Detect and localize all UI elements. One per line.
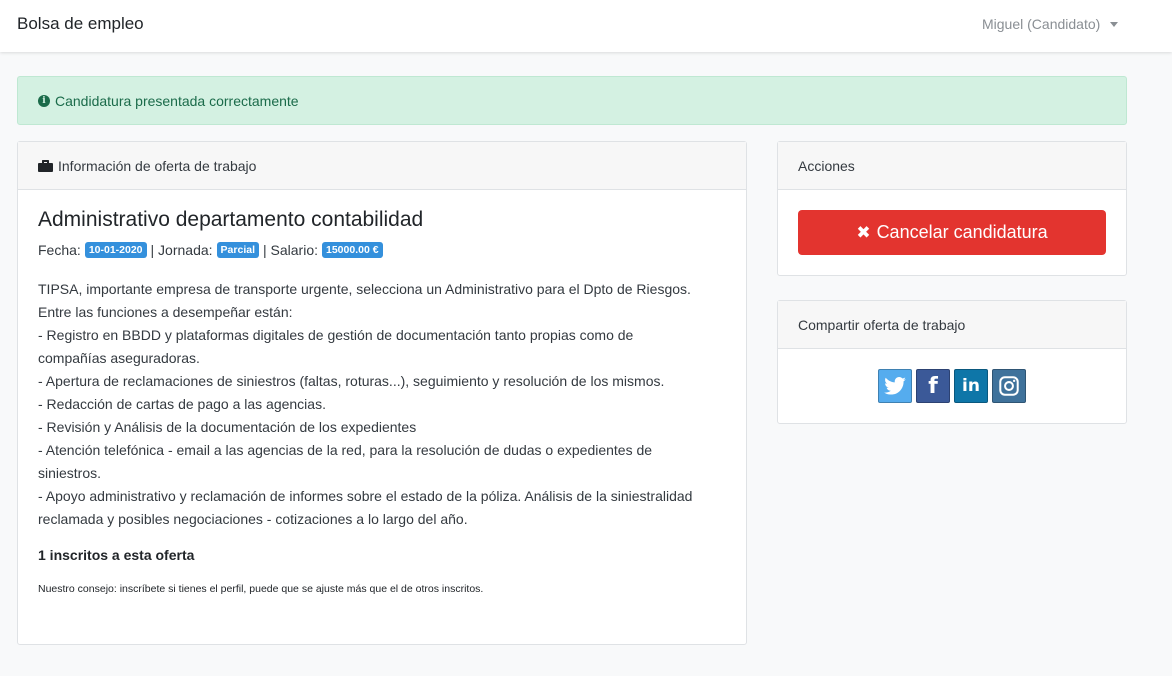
description-line: - Redacción de cartas de pago a las agen…: [38, 396, 326, 412]
brand-link[interactable]: Bolsa de empleo: [17, 14, 144, 34]
job-description: TIPSA, importante empresa de transporte …: [38, 278, 726, 531]
description-line: - Atención telefónica - email a las agen…: [38, 442, 653, 458]
briefcase-icon: [38, 159, 53, 172]
description-line: - Apoyo administrativo y reclamación de …: [38, 488, 693, 504]
salario-badge: 15000.00 €: [322, 242, 383, 258]
facebook-icon[interactable]: f: [916, 369, 950, 403]
enrolled-count: 1 inscritos a esta oferta: [38, 547, 195, 563]
jornada-label: | Jornada:: [150, 242, 213, 258]
twitter-icon[interactable]: [878, 369, 912, 403]
job-title: Administrativo departamento contabilidad: [38, 208, 424, 231]
description-line: reclamada y posibles negociaciones - cot…: [38, 511, 468, 527]
description-line: compañías aseguradoras.: [38, 350, 200, 366]
description-line: - Apertura de reclamaciones de siniestro…: [38, 373, 665, 389]
job-meta: Fecha: 10-01-2020 | Jornada: Parcial | S…: [38, 242, 726, 258]
description-line: - Registro en BBDD y plataformas digital…: [38, 327, 634, 343]
caret-down-icon: [1110, 21, 1119, 27]
actions-card-header: Acciones: [778, 142, 1126, 190]
job-offer-card: Información de oferta de trabajo Adminis…: [17, 141, 747, 645]
cancel-button-label: Cancelar candidatura: [876, 222, 1048, 242]
salario-label: | Salario:: [263, 242, 318, 258]
close-icon: ✖: [856, 222, 871, 242]
description-line: siniestros.: [38, 465, 102, 481]
instagram-icon[interactable]: [992, 369, 1026, 403]
user-name: Miguel (Candidato): [982, 16, 1101, 32]
description-line: TIPSA, importante empresa de transporte …: [38, 281, 691, 297]
share-card-header: Compartir oferta de trabajo: [778, 301, 1126, 349]
actions-card: Acciones ✖ Cancelar candidatura: [777, 141, 1127, 276]
user-dropdown[interactable]: Miguel (Candidato): [982, 16, 1119, 32]
job-card-header-label: Información de oferta de trabajo: [58, 157, 257, 174]
alert-message: Candidatura presentada correctamente: [55, 92, 299, 109]
description-line: - Revisión y Análisis de la documentació…: [38, 419, 417, 435]
linkedin-icon[interactable]: in: [954, 369, 988, 403]
fecha-label: Fecha:: [38, 242, 81, 258]
job-card-header: Información de oferta de trabajo: [18, 142, 746, 190]
share-card: Compartir oferta de trabajo f in: [777, 300, 1127, 424]
cancel-application-button[interactable]: ✖ Cancelar candidatura: [798, 210, 1106, 255]
success-alert: i Candidatura presentada correctamente: [17, 76, 1127, 125]
fecha-badge: 10-01-2020: [84, 242, 147, 258]
social-share-buttons: f in: [878, 369, 1026, 403]
advice-text: Nuestro consejo: inscríbete si tienes el…: [38, 583, 484, 595]
info-circle-icon: i: [38, 94, 50, 107]
top-navbar: Bolsa de empleo Miguel (Candidato): [0, 0, 1172, 52]
description-line: Entre las funciones a desempeñar están:: [38, 304, 293, 320]
jornada-badge: Parcial: [216, 242, 259, 258]
